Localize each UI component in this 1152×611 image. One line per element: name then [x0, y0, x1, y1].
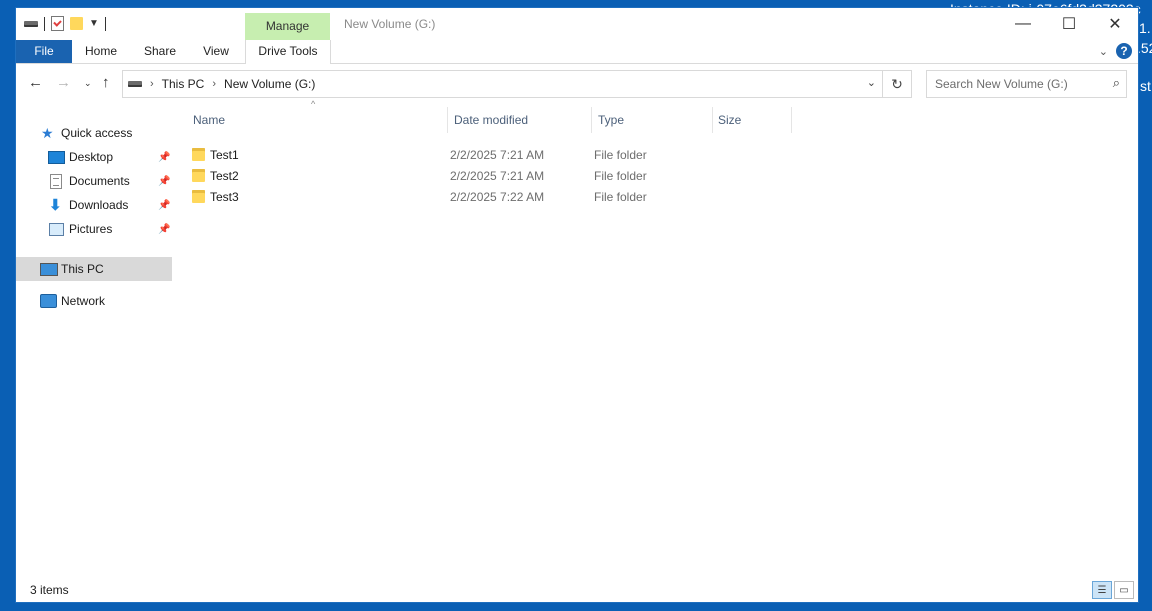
column-divider[interactable] — [791, 107, 792, 133]
help-icon[interactable]: ? — [1116, 43, 1132, 59]
column-divider[interactable] — [591, 107, 592, 133]
nav-desktop[interactable]: Desktop 📌 — [16, 145, 172, 169]
file-name[interactable]: Test3 — [210, 190, 239, 204]
tab-manage[interactable]: Manage — [245, 13, 330, 40]
nav-label: Downloads — [69, 198, 129, 212]
desktop-side-text-3: st — [1140, 78, 1151, 94]
nav-label: Pictures — [69, 222, 113, 236]
computer-icon — [40, 262, 58, 276]
pictures-icon — [49, 222, 64, 236]
pin-icon[interactable]: 📌 — [158, 176, 170, 187]
nav-this-pc[interactable]: This PC — [16, 257, 172, 281]
nav-quick-access[interactable]: ★ Quick access — [16, 121, 172, 145]
nav-label: Desktop — [69, 150, 114, 164]
file-explorer-window: ▼ Manage New Volume (G:) — ☐ ✕ File Home… — [16, 8, 1138, 602]
nav-label: Network — [61, 294, 106, 308]
details-view-icon: ☰ — [1097, 584, 1107, 596]
ribbon-controls: ⌄ ? — [1099, 43, 1132, 59]
tab-home[interactable]: Home — [78, 40, 124, 63]
minimize-button[interactable]: — — [1000, 8, 1046, 40]
details-view-button[interactable]: ☰ — [1092, 581, 1112, 599]
back-arrow-icon[interactable]: ← — [28, 74, 43, 91]
tab-share[interactable]: Share — [138, 40, 182, 63]
toolbar-divider — [104, 16, 106, 31]
column-header-type[interactable]: Type — [598, 107, 708, 133]
table-row[interactable]: Test1 2/2/2025 7:21 AM File folder — [192, 145, 752, 166]
tab-drive-tools[interactable]: Drive Tools — [245, 40, 331, 64]
breadcrumb-chevron-icon[interactable]: › — [150, 78, 154, 90]
tab-file[interactable]: File — [16, 40, 72, 63]
file-name[interactable]: Test1 — [210, 148, 239, 162]
drive-icon — [128, 81, 142, 87]
column-divider[interactable] — [447, 107, 448, 133]
refresh-button[interactable]: ↻ — [882, 70, 912, 98]
close-button[interactable]: ✕ — [1092, 8, 1138, 40]
star-icon: ★ — [41, 124, 54, 141]
ribbon-tabs: File Home Share View Drive Tools ⌄ ? — [16, 40, 1138, 64]
desktop-icon — [48, 150, 65, 164]
quick-access-toolbar: ▼ — [24, 16, 106, 31]
maximize-button[interactable]: ☐ — [1046, 8, 1092, 40]
breadcrumb-chevron-icon[interactable]: › — [212, 78, 216, 90]
search-icon[interactable]: ⌕ — [1113, 75, 1120, 91]
search-box[interactable]: ⌕ — [926, 70, 1127, 98]
pin-icon[interactable]: 📌 — [158, 152, 170, 163]
recent-locations-chevron-icon[interactable]: ⌄ — [84, 78, 92, 89]
nav-documents[interactable]: Documents 📌 — [16, 169, 172, 193]
pin-icon[interactable]: 📌 — [158, 200, 170, 211]
folder-icon — [192, 148, 205, 161]
customize-toolbar-dropdown-icon[interactable]: ▼ — [89, 18, 99, 29]
column-divider[interactable] — [712, 107, 713, 133]
file-date: 2/2/2025 7:21 AM — [450, 148, 545, 162]
chevron-down-icon[interactable]: ⌄ — [1099, 45, 1108, 58]
desktop-side-text-1: 1. — [1139, 20, 1151, 36]
new-folder-icon[interactable] — [70, 17, 83, 30]
breadcrumb-new-volume[interactable]: New Volume (G:) — [224, 77, 315, 91]
column-header-name[interactable]: Name — [193, 107, 443, 133]
file-date: 2/2/2025 7:22 AM — [450, 190, 545, 204]
nav-downloads[interactable]: ⬇ Downloads 📌 — [16, 193, 172, 217]
nav-label: This PC — [61, 262, 104, 276]
folder-icon — [192, 190, 205, 203]
column-header-size[interactable]: Size — [718, 107, 788, 133]
column-header-date-modified[interactable]: Date modified — [454, 107, 584, 133]
network-icon — [40, 294, 57, 308]
file-type: File folder — [594, 169, 647, 183]
file-list: ^ Name Date modified Type Size Test1 2/2… — [172, 99, 1138, 576]
file-type: File folder — [594, 148, 647, 162]
nav-network[interactable]: Network — [16, 289, 172, 313]
navigation-bar: ← → ⌄ ↑ › This PC › New Volume (G:) ⌄ ↻ … — [16, 64, 1138, 100]
file-date: 2/2/2025 7:21 AM — [450, 169, 545, 183]
items-count: 3 items — [30, 583, 69, 597]
file-name[interactable]: Test2 — [210, 169, 239, 183]
address-bar[interactable]: › This PC › New Volume (G:) ⌄ — [122, 70, 883, 98]
download-arrow-icon: ⬇ — [49, 197, 62, 214]
search-input[interactable] — [933, 76, 1107, 92]
nav-pictures[interactable]: Pictures 📌 — [16, 217, 172, 241]
refresh-icon: ↻ — [891, 75, 903, 92]
desktop-side-text-2: .52 — [1137, 40, 1152, 56]
status-bar: 3 items ☰ ▭ — [16, 578, 1138, 602]
navigation-pane: ★ Quick access Desktop 📌 Documents 📌 ⬇ D… — [16, 101, 172, 576]
documents-icon — [50, 173, 62, 189]
tab-view[interactable]: View — [196, 40, 236, 63]
nav-label: Quick access — [61, 126, 133, 140]
drive-icon[interactable] — [24, 20, 38, 27]
table-row[interactable]: Test3 2/2/2025 7:22 AM File folder — [192, 187, 752, 208]
title-bar: ▼ Manage New Volume (G:) — ☐ ✕ — [16, 8, 1138, 40]
properties-icon[interactable] — [51, 16, 64, 31]
large-icons-view-button[interactable]: ▭ — [1114, 581, 1134, 599]
folder-icon — [192, 169, 205, 182]
window-title: New Volume (G:) — [344, 17, 436, 31]
table-row[interactable]: Test2 2/2/2025 7:21 AM File folder — [192, 166, 752, 187]
forward-arrow-icon[interactable]: → — [56, 74, 71, 91]
up-arrow-icon[interactable]: ↑ — [102, 74, 110, 91]
file-type: File folder — [594, 190, 647, 204]
pin-icon[interactable]: 📌 — [158, 224, 170, 235]
nav-label: Documents — [69, 174, 130, 188]
large-icons-view-icon: ▭ — [1119, 584, 1129, 596]
address-dropdown-icon[interactable]: ⌄ — [867, 76, 876, 89]
breadcrumb-this-pc[interactable]: This PC — [162, 77, 205, 91]
toolbar-divider — [44, 16, 45, 31]
